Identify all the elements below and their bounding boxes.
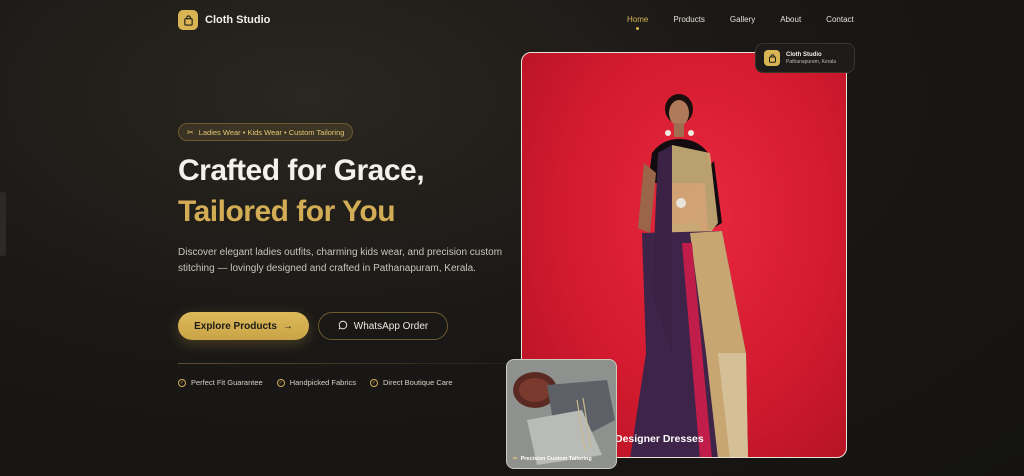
feature-item: ✓ Handpicked Fabrics xyxy=(276,378,356,387)
hero-title-line2: Tailored for You xyxy=(178,195,396,228)
scissors-icon: ✂ xyxy=(187,127,194,137)
explore-products-label: Explore Products xyxy=(194,320,277,332)
navbar: Cloth Studio Home Products Gallery About… xyxy=(0,0,1024,40)
hero-title-line1: Crafted for Grace, xyxy=(178,154,425,187)
store-info: Cloth Studio Pathanapuram, Kerala xyxy=(786,52,836,65)
nav-item-products[interactable]: Products xyxy=(673,15,705,24)
shopping-bag-icon xyxy=(764,50,780,66)
divider xyxy=(178,363,518,364)
hero-image-caption: Designer Dresses xyxy=(615,433,704,445)
chat-bubble-icon xyxy=(338,320,348,333)
feature-label: Perfect Fit Guarantee xyxy=(191,378,263,387)
whatsapp-order-label: WhatsApp Order xyxy=(353,320,429,332)
tagline-text: Ladies Wear • Kids Wear • Custom Tailori… xyxy=(198,127,345,137)
check-circle-icon: ✓ xyxy=(276,378,285,387)
nav-item-about[interactable]: About xyxy=(780,15,801,24)
nav-item-gallery[interactable]: Gallery xyxy=(730,15,755,24)
whatsapp-order-button[interactable]: WhatsApp Order xyxy=(318,312,448,340)
store-name: Cloth Studio xyxy=(786,51,822,58)
tailoring-caption-text: Precision Custom Tailoring xyxy=(520,456,592,462)
shopping-bag-icon xyxy=(178,10,198,30)
store-location-card: Cloth Studio Pathanapuram, Kerala xyxy=(755,43,855,73)
feature-label: Direct Boutique Care xyxy=(382,378,453,387)
check-circle-icon: ✓ xyxy=(369,378,378,387)
feature-label: Handpicked Fabrics xyxy=(289,378,356,387)
tagline-badge: ✂ Ladies Wear • Kids Wear • Custom Tailo… xyxy=(178,123,354,141)
feature-item: ✓ Direct Boutique Care xyxy=(369,378,453,387)
tailoring-caption: ✂ Precision Custom Tailoring xyxy=(513,456,592,462)
feature-item: ✓ Perfect Fit Guarantee xyxy=(178,378,263,387)
nav-links: Home Products Gallery About Contact xyxy=(627,15,879,30)
explore-products-button[interactable]: Explore Products → xyxy=(178,312,309,340)
hero-description: Discover elegant ladies outfits, charmin… xyxy=(178,247,503,274)
nav-item-contact[interactable]: Contact xyxy=(826,15,854,24)
store-location: Pathanapuram, Kerala xyxy=(786,58,837,65)
scissors-icon: ✂ xyxy=(513,456,518,462)
folded-clothes-image xyxy=(507,360,616,468)
check-circle-icon: ✓ xyxy=(178,378,186,387)
brand-logo[interactable]: Cloth Studio xyxy=(178,10,270,30)
side-handle[interactable] xyxy=(0,192,6,256)
tailoring-image-card[interactable]: ✂ Precision Custom Tailoring xyxy=(506,359,617,469)
nav-item-home[interactable]: Home xyxy=(627,15,648,30)
feature-list: ✓ Perfect Fit Guarantee ✓ Handpicked Fab… xyxy=(178,378,453,387)
arrow-right-icon: → xyxy=(282,320,293,332)
brand-name: Cloth Studio xyxy=(205,14,271,26)
